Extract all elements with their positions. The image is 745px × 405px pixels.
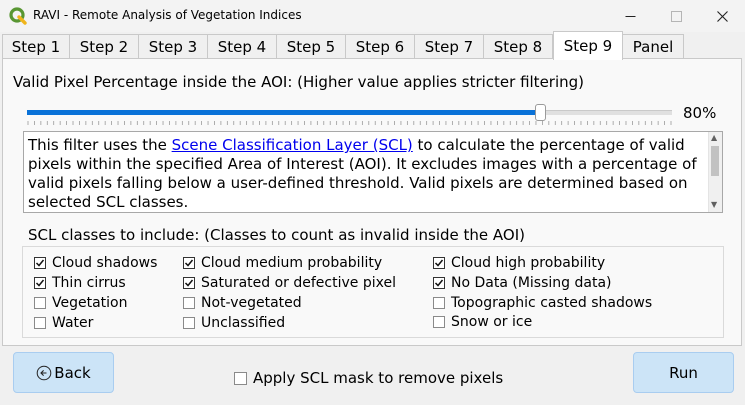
checkbox-box[interactable] xyxy=(183,277,195,289)
checkbox-label: Topographic casted shadows xyxy=(451,295,653,311)
minimize-icon xyxy=(625,15,635,17)
tab-step-4[interactable]: Step 4 xyxy=(207,34,277,58)
close-button[interactable] xyxy=(699,0,745,32)
tab-step-2[interactable]: Step 2 xyxy=(69,34,139,58)
description-scrollbar[interactable]: ▲ ▼ xyxy=(708,132,722,212)
checkbox-label: Cloud high probability xyxy=(451,255,606,271)
title-bar: RAVI - Remote Analysis of Vegetation Ind… xyxy=(0,0,745,32)
checkbox-box[interactable] xyxy=(433,277,445,289)
check-icon xyxy=(35,279,45,287)
checkbox-label: Thin cirrus xyxy=(52,275,126,291)
checkbox-label: Vegetation xyxy=(52,295,128,311)
check-icon xyxy=(35,259,45,267)
checkbox-label: Apply SCL mask to remove pixels xyxy=(253,369,504,387)
checkbox-box[interactable] xyxy=(433,297,445,309)
check-icon xyxy=(184,279,194,287)
checkbox-not-vegetated[interactable]: Not-vegetated xyxy=(183,294,302,312)
checkbox-box[interactable] xyxy=(34,277,46,289)
checkbox-cloud-shadows[interactable]: Cloud shadows xyxy=(34,254,157,272)
check-icon xyxy=(434,279,444,287)
checkbox-box[interactable] xyxy=(234,371,247,385)
tab-step-6[interactable]: Step 6 xyxy=(345,34,415,58)
checkbox-box[interactable] xyxy=(183,317,195,329)
checkbox-water[interactable]: Water xyxy=(34,314,93,332)
tab-step-3[interactable]: Step 3 xyxy=(138,34,208,58)
check-icon xyxy=(184,259,194,267)
checkbox-label: Water xyxy=(52,315,94,331)
checkbox-box[interactable] xyxy=(34,317,46,329)
maximize-button[interactable] xyxy=(653,0,699,32)
run-button-label: Run xyxy=(669,363,698,382)
valid-pixel-slider-handle[interactable] xyxy=(535,104,546,121)
run-button[interactable]: Run xyxy=(633,352,734,393)
checkbox-label: Cloud shadows xyxy=(52,255,158,271)
checkbox-apply-scl-mask[interactable]: Apply SCL mask to remove pixels xyxy=(234,369,503,387)
checkbox-box[interactable] xyxy=(433,257,445,269)
back-button[interactable]: Back xyxy=(13,352,114,393)
checkbox-label: Unclassified xyxy=(201,315,286,331)
checkbox-box[interactable] xyxy=(433,316,445,328)
scl-link[interactable]: Scene Classification Layer (SCL) xyxy=(172,136,413,154)
maximize-icon xyxy=(670,10,682,22)
description-text-box[interactable]: This filter uses the Scene Classificatio… xyxy=(23,131,723,213)
tab-step-8[interactable]: Step 8 xyxy=(483,34,553,58)
checkbox-snow-or-ice[interactable]: Snow or ice xyxy=(433,313,532,331)
checkbox-box[interactable] xyxy=(34,297,46,309)
checkbox-cloud-medium-probability[interactable]: Cloud medium probability xyxy=(183,254,382,272)
checkbox-unclassified[interactable]: Unclassified xyxy=(183,314,285,332)
check-icon xyxy=(434,259,444,267)
valid-pixel-slider-ticks xyxy=(27,121,672,125)
valid-pixel-heading: Valid Pixel Percentage inside the AOI: (… xyxy=(13,73,585,91)
checkbox-thin-cirrus[interactable]: Thin cirrus xyxy=(34,274,126,292)
checkbox-topographic-casted-shadows[interactable]: Topographic casted shadows xyxy=(433,294,652,312)
checkbox-box[interactable] xyxy=(183,257,195,269)
valid-pixel-slider-fill xyxy=(27,110,540,115)
scroll-down-icon[interactable]: ▼ xyxy=(711,200,717,209)
window-title: RAVI - Remote Analysis of Vegetation Ind… xyxy=(33,8,302,22)
tab-step-5[interactable]: Step 5 xyxy=(276,34,346,58)
tab-panel[interactable]: Panel xyxy=(622,34,684,58)
checkbox-box[interactable] xyxy=(34,257,46,269)
tab-step-1[interactable]: Step 1 xyxy=(2,34,70,58)
scl-heading: SCL classes to include: (Classes to coun… xyxy=(28,226,525,244)
tab-step-9[interactable]: Step 9 xyxy=(553,31,623,60)
checkbox-label: Not-vegetated xyxy=(201,295,302,311)
checkbox-label: No Data (Missing data) xyxy=(451,275,612,291)
valid-pixel-value: 80% xyxy=(683,104,717,122)
scroll-up-icon[interactable]: ▲ xyxy=(711,133,717,142)
checkbox-cloud-high-probability[interactable]: Cloud high probability xyxy=(433,254,605,272)
description-text: This filter uses the Scene Classificatio… xyxy=(28,136,697,211)
tab-step-7[interactable]: Step 7 xyxy=(414,34,484,58)
checkbox-no-data[interactable]: No Data (Missing data) xyxy=(433,274,611,292)
checkbox-label: Saturated or defective pixel xyxy=(201,275,396,291)
checkbox-box[interactable] xyxy=(183,297,195,309)
back-button-label: Back xyxy=(54,363,91,382)
checkbox-label: Snow or ice xyxy=(451,314,533,330)
scrollbar-thumb[interactable] xyxy=(711,146,719,176)
checkbox-vegetation[interactable]: Vegetation xyxy=(34,294,128,312)
checkbox-saturated-or-defective-pixel[interactable]: Saturated or defective pixel xyxy=(183,274,396,292)
qgis-logo-icon xyxy=(9,7,27,25)
circle-left-arrow-icon xyxy=(36,365,52,380)
checkbox-label: Cloud medium probability xyxy=(201,255,383,271)
step-tabs: Step 1 Step 2 Step 3 Step 4 Step 5 Step … xyxy=(0,31,745,60)
minimize-button[interactable] xyxy=(607,0,653,32)
close-icon xyxy=(716,10,728,22)
